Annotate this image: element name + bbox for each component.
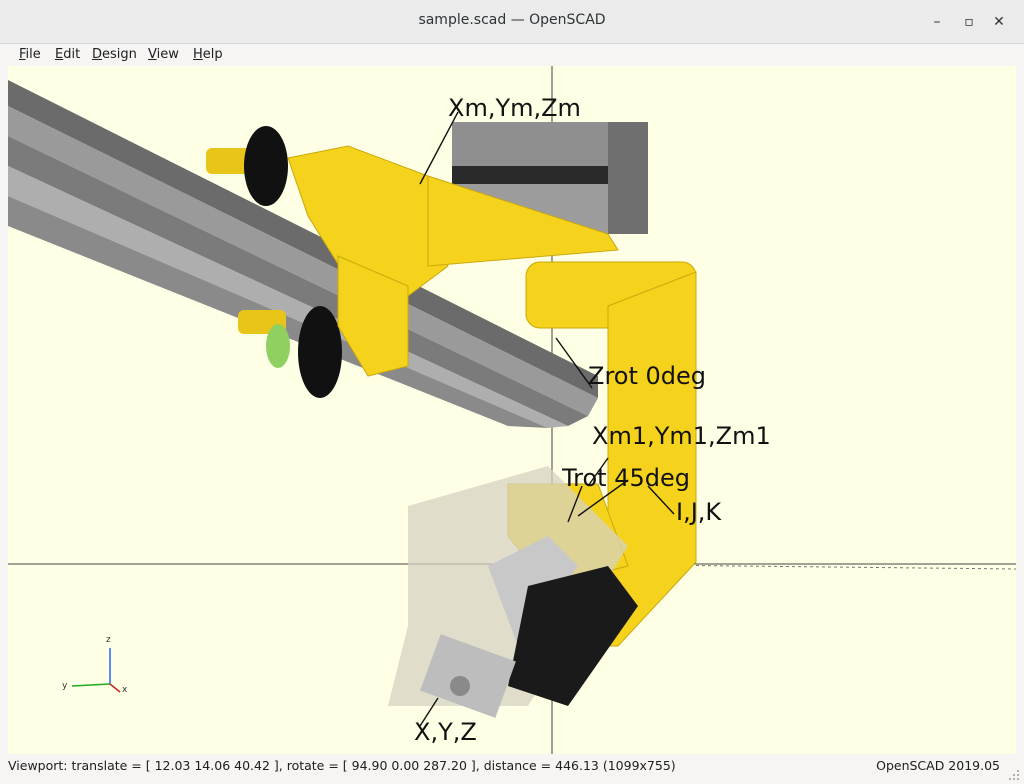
title-bar: sample.scad — OpenSCAD – ▫ ✕	[0, 0, 1024, 44]
menu-file[interactable]: File	[19, 47, 41, 62]
menu-edit[interactable]: Edit	[55, 47, 80, 62]
menu-view[interactable]: View	[148, 47, 179, 62]
label-ijk: I,J,K	[676, 498, 722, 526]
axes-gizmo: z y x	[62, 635, 128, 695]
menu-help[interactable]: Help	[193, 47, 223, 62]
close-button[interactable]: ✕	[986, 10, 1012, 34]
render-canvas[interactable]: Xm,Ym,Zm Zrot 0deg Xm1,Ym1,Zm1 Trot 45de…	[8, 66, 1016, 754]
version-label: OpenSCAD 2019.05	[876, 758, 1000, 773]
3d-viewport[interactable]: Xm,Ym,Zm Zrot 0deg Xm1,Ym1,Zm1 Trot 45de…	[8, 66, 1016, 754]
label-trot: Trot 45deg	[561, 464, 690, 492]
maximize-button[interactable]: ▫	[956, 10, 982, 34]
label-xm-ym-zm: Xm,Ym,Zm	[448, 94, 581, 122]
menu-bar: File Edit Design View Help	[0, 44, 1024, 66]
resize-grip-icon[interactable]	[1008, 769, 1020, 781]
label-xm1-ym1-zm1: Xm1,Ym1,Zm1	[592, 422, 771, 450]
label-x-y-z: X,Y,Z	[414, 718, 477, 746]
axis-x-label: x	[122, 685, 128, 695]
viewport-status: Viewport: translate = [ 12.03 14.06 40.4…	[8, 758, 676, 773]
axis-z-label: z	[106, 635, 111, 645]
minimize-button[interactable]: –	[924, 10, 950, 34]
window-title: sample.scad — OpenSCAD	[418, 12, 606, 28]
axis-y-label: y	[62, 681, 68, 691]
menu-design[interactable]: Design	[92, 47, 137, 62]
status-bar: Viewport: translate = [ 12.03 14.06 40.4…	[0, 755, 1024, 784]
label-zrot: Zrot 0deg	[588, 362, 706, 390]
